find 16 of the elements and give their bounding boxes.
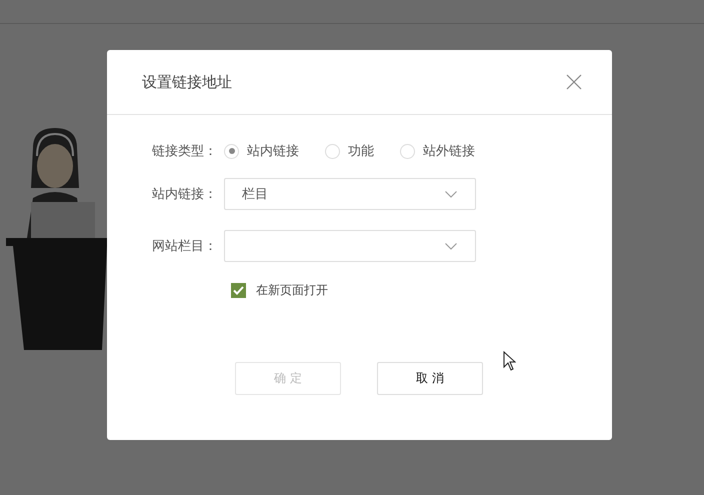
chevron-down-icon [445, 242, 457, 250]
cursor-icon [503, 351, 516, 371]
dialog-title: 设置链接地址 [142, 72, 232, 92]
checkbox[interactable] [231, 283, 246, 298]
field-label: 站内链接： [151, 186, 218, 203]
chevron-down-icon [445, 190, 457, 198]
radio-option[interactable]: 功能 [325, 142, 374, 160]
dialog-button[interactable]: 取 消 [377, 362, 483, 395]
select-field[interactable] [224, 230, 476, 262]
select-field[interactable]: 栏目 [224, 178, 476, 210]
field-label: 链接类型： [151, 143, 218, 160]
checkbox-label: 在新页面打开 [256, 282, 328, 299]
close-icon[interactable] [566, 74, 582, 90]
radio-option[interactable]: 站内链接 [224, 142, 299, 160]
radio-option[interactable]: 站外链接 [400, 142, 475, 160]
field-label: 网站栏目： [151, 238, 218, 255]
